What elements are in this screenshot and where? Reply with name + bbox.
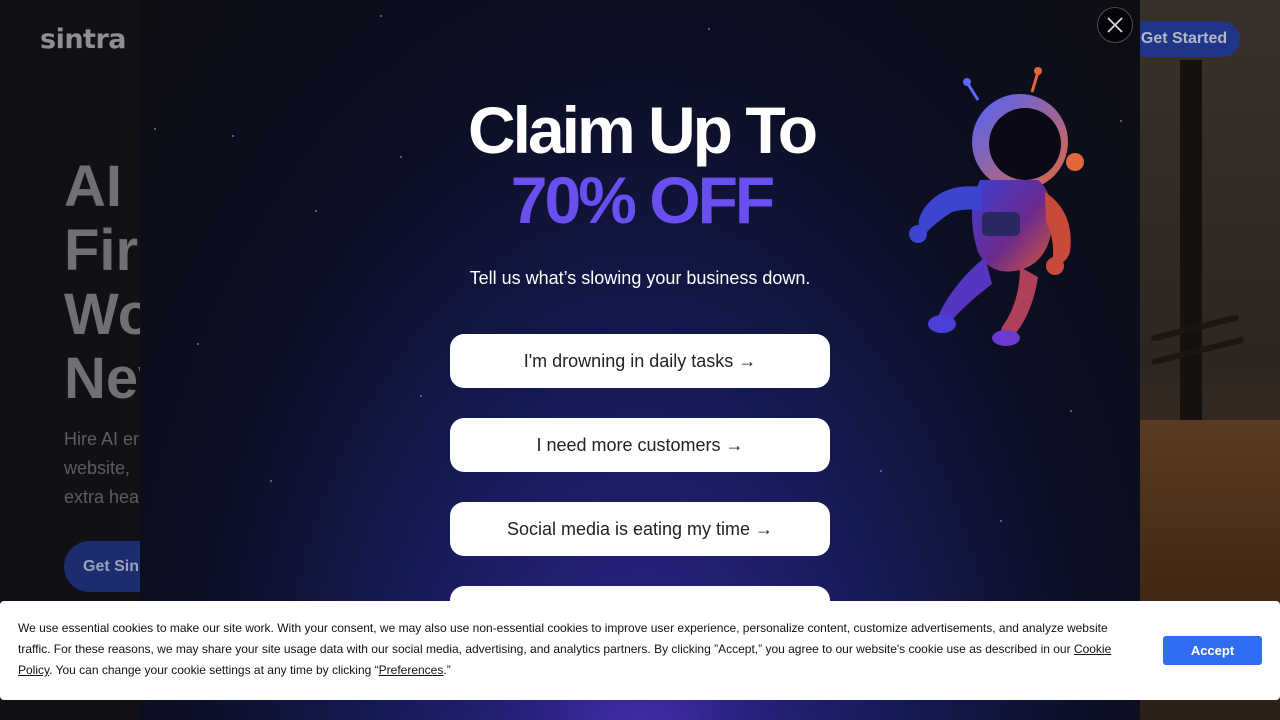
cookie-text-part: We use essential cookies to make our sit… xyxy=(18,621,1108,656)
option-daily-tasks[interactable]: I'm drowning in daily tasks → xyxy=(450,334,830,388)
cookie-banner: We use essential cookies to make our sit… xyxy=(0,601,1280,700)
cookie-text-part: . You can change your cookie settings at… xyxy=(49,663,379,677)
star xyxy=(420,395,422,397)
get-started-button[interactable]: Get Started xyxy=(1128,21,1240,57)
preferences-link[interactable]: Preferences xyxy=(379,663,444,677)
hero-subtitle-line: Hire AI er xyxy=(64,429,140,449)
close-modal-button[interactable] xyxy=(1097,7,1133,43)
cookie-text-part: .” xyxy=(443,663,451,677)
option-social-media[interactable]: Social media is eating my time → xyxy=(450,502,830,556)
star xyxy=(880,470,882,472)
accept-cookies-button[interactable]: Accept xyxy=(1163,636,1262,665)
close-icon xyxy=(1107,17,1123,33)
star xyxy=(270,480,272,482)
star xyxy=(1070,410,1072,412)
star xyxy=(197,343,199,345)
astronaut-illustration xyxy=(909,67,1084,346)
star xyxy=(380,15,382,17)
hero-subtitle: Hire AI er website, extra hea xyxy=(64,425,140,512)
star xyxy=(1000,520,1002,522)
option-more-customers[interactable]: I need more customers → xyxy=(450,418,830,472)
star xyxy=(708,28,710,30)
hero-subtitle-line: extra hea xyxy=(64,487,140,507)
sintra-logo[interactable]: sintra xyxy=(40,24,127,55)
background-cabinet xyxy=(1140,420,1280,610)
hero-subtitle-line: website, xyxy=(64,458,131,478)
cookie-text: We use essential cookies to make our sit… xyxy=(18,618,1138,681)
